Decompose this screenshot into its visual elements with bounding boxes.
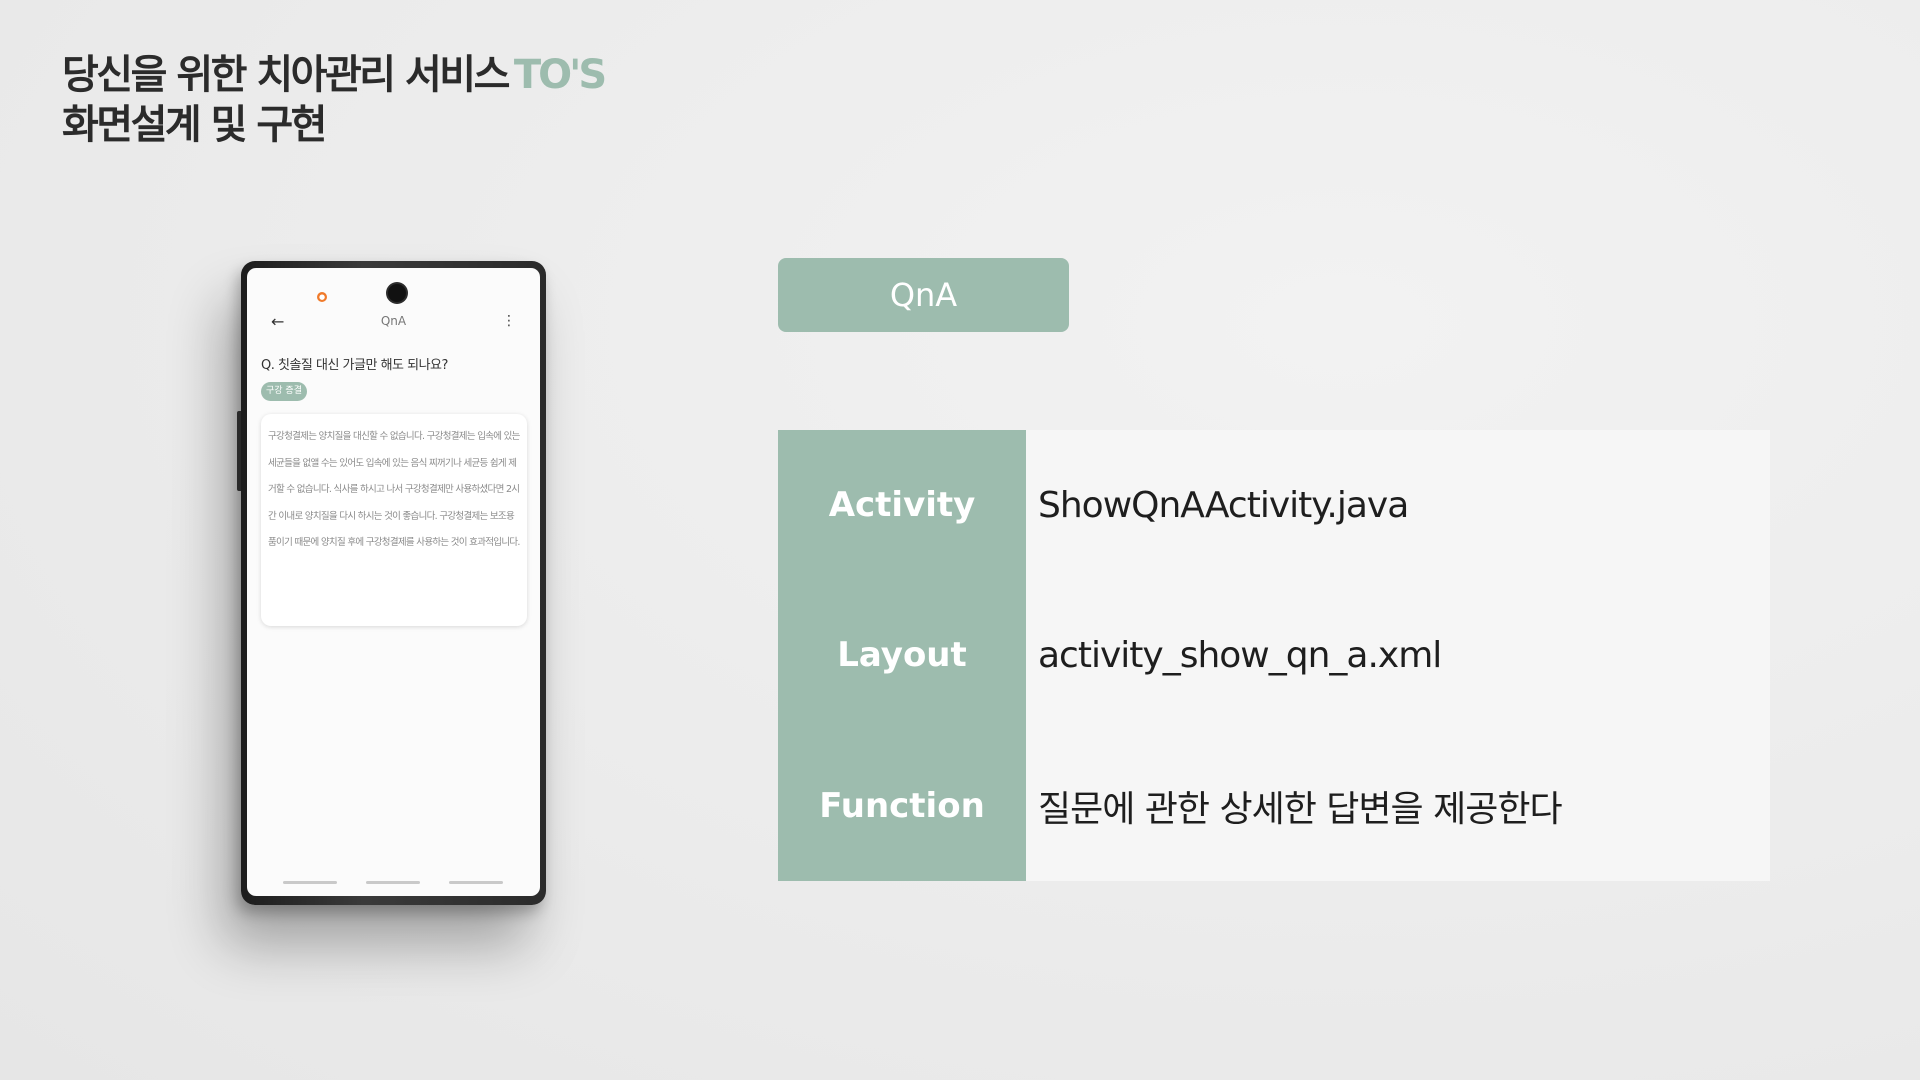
slide-subtitle: 화면설계 및 구현 (62, 102, 327, 148)
front-camera (388, 284, 406, 302)
notification-icon: ● (317, 292, 327, 302)
layout-key: Layout (778, 580, 1026, 730)
info-table: Activity ShowQnAActivity.java Layout act… (778, 430, 1770, 881)
answer-card: 구강청결제는 양치질을 대신할 수 없습니다. 구강청결제는 입속에 있는 세균… (261, 414, 527, 626)
brand-name: TO'S (513, 52, 607, 98)
activity-value: ShowQnAActivity.java (1026, 430, 1770, 580)
nav-bar-recent[interactable] (283, 881, 337, 884)
more-options-icon[interactable]: ⋮ (502, 313, 516, 329)
slide-title-main: 당신을 위한 치아관리 서비스 (62, 52, 510, 98)
phone-mockup: ● ← QnA ⋮ Q. 칫솔질 대신 가글만 해도 되나요? 구강 증결 구강… (237, 261, 546, 905)
category-tag: 구강 증결 (261, 382, 307, 401)
function-key: Function (778, 730, 1026, 881)
nav-bar-back[interactable] (449, 881, 503, 884)
answer-text: 구강청결제는 양치질을 대신할 수 없습니다. 구강청결제는 입속에 있는 세균… (268, 431, 520, 548)
screen-name-badge: QnA (778, 258, 1069, 332)
nav-bar-home[interactable] (366, 881, 420, 884)
activity-key: Activity (778, 430, 1026, 580)
question-title: Q. 칫솔질 대신 가글만 해도 되나요? (261, 358, 448, 373)
function-value: 질문에 관한 상세한 답변을 제공한다 (1026, 730, 1770, 881)
app-bar-title: QnA (380, 314, 407, 328)
layout-value: activity_show_qn_a.xml (1026, 580, 1770, 730)
slide-title: 당신을 위한 치아관리 서비스 TO'S (62, 50, 607, 100)
phone-screen: ● ← QnA ⋮ Q. 칫솔질 대신 가글만 해도 되나요? 구강 증결 구강… (247, 268, 540, 896)
app-bar: ← QnA ⋮ (247, 308, 540, 338)
slide-header: 당신을 위한 치아관리 서비스 TO'S 화면설계 및 구현 (62, 50, 607, 150)
